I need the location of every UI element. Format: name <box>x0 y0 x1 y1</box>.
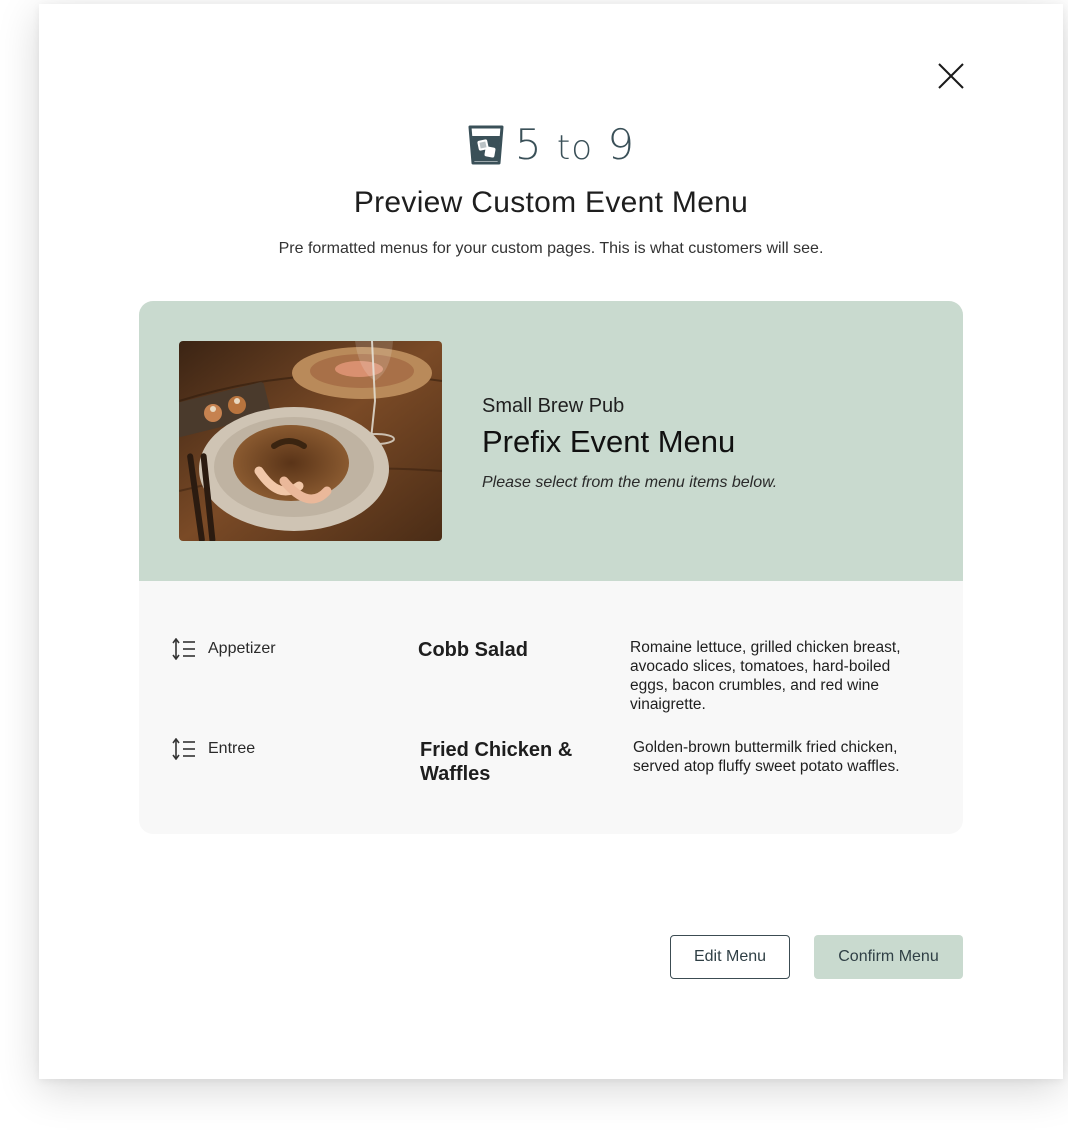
edit-menu-button[interactable]: Edit Menu <box>670 935 790 979</box>
page-subtitle: Pre formatted menus for your custom page… <box>278 240 824 257</box>
close-icon <box>938 63 964 89</box>
menu-header: Small Brew Pub Prefix Event Menu Please … <box>139 301 963 581</box>
menu-preview-card: Small Brew Pub Prefix Event Menu Please … <box>139 301 963 834</box>
page-title: Preview Custom Event Menu <box>353 186 749 219</box>
restaurant-name: Small Brew Pub <box>482 395 625 417</box>
course-label: Entree <box>208 740 256 757</box>
brand-logo: 5 to 9 <box>39 124 1063 166</box>
confirm-menu-button[interactable]: Confirm Menu <box>814 935 963 979</box>
item-description: Romaine lettuce, grilled chicken breast,… <box>630 639 901 713</box>
menu-title: Prefix Event Menu <box>482 424 736 459</box>
close-button[interactable] <box>935 60 967 92</box>
reorder-icon[interactable] <box>172 738 196 760</box>
menu-photo <box>179 341 442 541</box>
menu-instructions: Please select from the menu items below. <box>482 474 778 491</box>
course-entree: Entree <box>172 738 255 760</box>
item-name: Cobb Salad <box>418 639 529 661</box>
item-name: Fried Chicken & Waffles <box>420 739 573 785</box>
glass-logo-icon <box>468 125 504 165</box>
course-label: Appetizer <box>208 640 276 657</box>
course-appetizer: Appetizer <box>172 638 276 660</box>
item-description: Golden-brown buttermilk fried chicken, s… <box>633 739 900 775</box>
preview-menu-modal: 5 to 9 Preview Custom Event Menu Pre for… <box>39 4 1063 1079</box>
reorder-icon[interactable] <box>172 638 196 660</box>
brand-name: 5 to 9 <box>514 120 636 169</box>
menu-header-text: Small Brew Pub Prefix Event Menu Please … <box>482 395 777 492</box>
